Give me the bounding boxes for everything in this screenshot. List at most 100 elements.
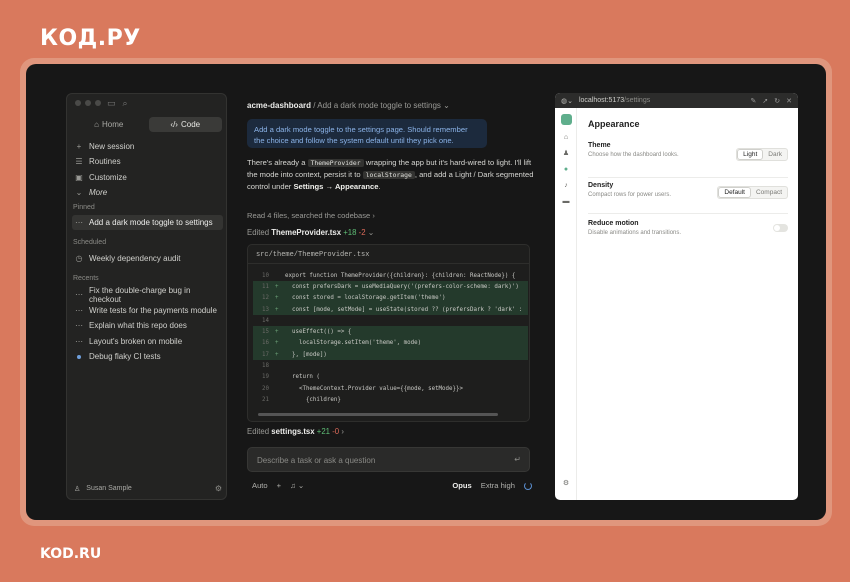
- recent-item[interactable]: ⋯ Layout's broken on mobile: [73, 334, 223, 349]
- theme-option-dark[interactable]: Dark: [763, 149, 787, 160]
- close-dot[interactable]: [75, 100, 81, 106]
- user-name: Susan Sample: [86, 485, 132, 492]
- recent-item[interactable]: ⋯ Explain what this repo does: [73, 318, 223, 333]
- loading-spinner-icon: [524, 481, 532, 490]
- new-session-button[interactable]: + New session: [73, 139, 223, 153]
- chat-icon[interactable]: ●: [562, 166, 570, 174]
- line-number: 14: [262, 317, 269, 324]
- globe-icon[interactable]: ◍⌄: [561, 97, 573, 105]
- reduce-motion-toggle[interactable]: [773, 224, 788, 232]
- density-option-compact[interactable]: Compact: [751, 187, 787, 198]
- chat-icon: ⋯: [75, 336, 83, 346]
- edit-prefix: Edited: [247, 228, 270, 237]
- more-label: More: [89, 188, 108, 197]
- chevron-down-icon[interactable]: ⌄: [443, 101, 450, 110]
- close-icon[interactable]: ✕: [786, 97, 792, 105]
- reply-text: .: [378, 182, 381, 191]
- sidebar-toggle-icon[interactable]: ▭: [107, 98, 116, 109]
- code-text: const stored = localStorage.getItem('the…: [285, 295, 446, 302]
- line-number: 16: [262, 340, 269, 347]
- recents-list: ⋯ Fix the double-charge bug in checkout ⋯…: [73, 286, 223, 365]
- diff-line: 20 <ThemeContext.Provider value={{mode, …: [253, 383, 528, 394]
- url-host: localhost:5173: [578, 97, 625, 104]
- code-chip: ThemeProvider: [307, 159, 364, 167]
- browser-toolbar: ◍⌄ localhost:5173/settings ✎ ➚ ↻ ✕: [555, 93, 798, 108]
- diff-line: 18: [253, 360, 528, 371]
- diff-marker: +: [275, 329, 279, 336]
- settings-gear-icon[interactable]: ⚙: [215, 484, 222, 493]
- chat-icon: ⋯: [75, 218, 83, 227]
- browser-preview: ◍⌄ localhost:5173/settings ✎ ➚ ↻ ✕ ⌂ ♟ ●…: [555, 93, 798, 500]
- address-bar[interactable]: localhost:5173/settings: [579, 97, 650, 104]
- sidebar: ▭ ⌕ ⌂ Home ‹/› Code + New session ☰ Routines…: [66, 93, 227, 500]
- refresh-icon[interactable]: ↻: [774, 97, 780, 105]
- recent-item[interactable]: ⋯ Write tests for the payments module: [73, 303, 223, 318]
- user-account[interactable]: ♙ Susan Sample ⚙: [74, 484, 222, 493]
- scheduled-item-label: Weekly dependency audit: [89, 254, 181, 263]
- recent-item[interactable]: ⋯ Fix the double-charge bug in checkout: [73, 286, 223, 304]
- recent-item-active[interactable]: Debug flaky CI tests: [73, 349, 223, 364]
- line-number: 11: [262, 283, 269, 290]
- cursor-icon[interactable]: ➚: [762, 97, 768, 105]
- diff-line: 14: [253, 315, 528, 326]
- tab-code[interactable]: ‹/› Code: [148, 117, 222, 132]
- bell-icon[interactable]: ♪: [562, 182, 570, 190]
- customize-link[interactable]: ▣ Customize: [73, 170, 223, 184]
- model-select[interactable]: Opus: [452, 481, 471, 490]
- edit-icon[interactable]: ✎: [751, 97, 757, 105]
- effort-select[interactable]: Extra high: [481, 481, 515, 490]
- breadcrumb-separator: /: [313, 101, 316, 110]
- scheduled-item[interactable]: ◷ Weekly dependency audit: [73, 251, 223, 266]
- tab-home[interactable]: ⌂ Home: [72, 117, 146, 132]
- lines-removed: -0: [332, 427, 340, 436]
- edit-summary-2[interactable]: Edited settings.tsx +21 -0 ›: [247, 427, 344, 436]
- diff-line-added: 16 + localStorage.setItem('theme', mode): [253, 337, 528, 350]
- diff-line-added: 17 + }, [mode]): [253, 349, 528, 361]
- edit-summary-1[interactable]: Edited ThemeProvider.tsx +18 -2 ⌄: [247, 228, 374, 237]
- url-path: /settings: [624, 97, 651, 104]
- composer-toolbar: Auto + ♫ ⌄ Opus Extra high: [252, 481, 532, 490]
- user-icon: ♙: [74, 485, 81, 493]
- horizontal-scrollbar[interactable]: [258, 413, 498, 416]
- permission-mode-select[interactable]: Auto: [252, 481, 268, 490]
- code-text: const prefersDark = useMediaQuery('(pref…: [285, 283, 519, 290]
- theme-option-light[interactable]: Light: [737, 149, 764, 160]
- scheduled-heading: Scheduled: [73, 239, 107, 246]
- minimize-dot[interactable]: [85, 100, 91, 106]
- assistant-message: There's already a ThemeProvider wrapping…: [247, 157, 537, 193]
- line-number: 19: [262, 374, 269, 381]
- pinned-session-item[interactable]: ⋯ Add a dark mode toggle to settings: [72, 215, 223, 230]
- routines-link[interactable]: ☰ Routines: [73, 155, 223, 169]
- repo-name[interactable]: acme-dashboard: [247, 101, 311, 110]
- edited-file: ThemeProvider.tsx: [271, 228, 342, 237]
- setting-reduce-motion: Reduce motion Disable animations and tra…: [588, 214, 788, 247]
- customize-label: Customize: [89, 172, 127, 182]
- setting-description: Disable animations and transitions.: [588, 230, 682, 236]
- settings-gear-icon[interactable]: ⚙: [562, 480, 570, 488]
- maximize-dot[interactable]: [95, 100, 101, 106]
- code-icon: ‹/›: [170, 120, 178, 129]
- density-option-default[interactable]: Default: [718, 187, 751, 198]
- session-title[interactable]: Add a dark mode toggle to settings: [317, 101, 441, 110]
- code-text: <ThemeContext.Provider value={{mode, set…: [285, 385, 463, 392]
- edit-prefix: Edited: [247, 427, 270, 436]
- home-icon[interactable]: ⌂: [562, 134, 570, 142]
- diff-line: 19 return (: [253, 372, 528, 383]
- line-number: 18: [262, 363, 269, 370]
- send-icon[interactable]: ↵: [514, 455, 521, 464]
- card-icon[interactable]: ▬: [562, 198, 570, 206]
- microphone-icon[interactable]: ♫ ⌄: [290, 481, 304, 490]
- more-toggle[interactable]: ⌄ More: [73, 186, 223, 200]
- read-summary[interactable]: Read 4 files, searched the codebase ›: [247, 211, 375, 220]
- users-icon[interactable]: ♟: [562, 150, 570, 158]
- chat-icon: ⋯: [75, 321, 83, 330]
- plus-icon[interactable]: +: [277, 481, 281, 490]
- diff-file-path: src/theme/ThemeProvider.tsx: [248, 245, 529, 264]
- edited-file: settings.tsx: [271, 427, 315, 436]
- conversation-panel: acme-dashboard / Add a dark mode toggle …: [238, 93, 543, 503]
- search-icon[interactable]: ⌕: [123, 98, 128, 109]
- tab-home-label: Home: [102, 120, 124, 129]
- prompt-input[interactable]: Describe a task or ask a question ↵: [247, 447, 530, 472]
- line-number: 20: [262, 385, 269, 392]
- breadcrumb: acme-dashboard / Add a dark mode toggle …: [247, 101, 450, 110]
